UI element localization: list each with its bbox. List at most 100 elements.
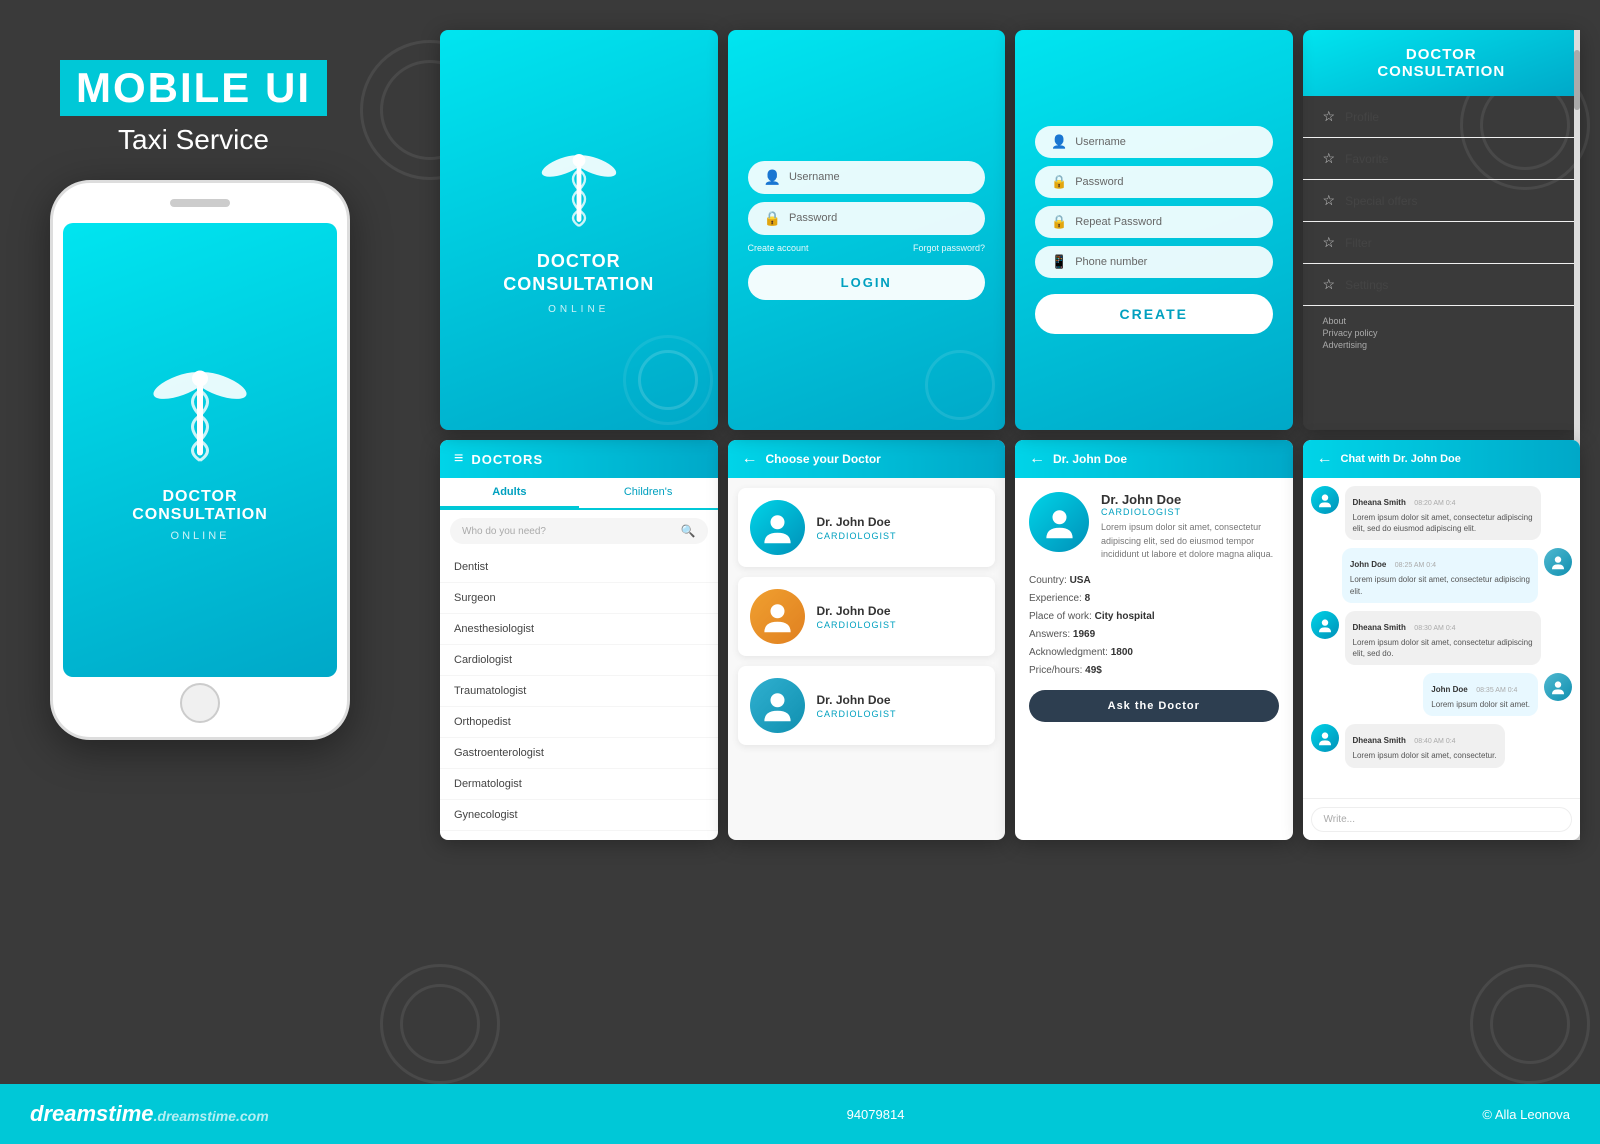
- menu-item-label: Favorite: [1345, 152, 1388, 166]
- chat-message-3: Dheana Smith 08:30 AM 0:4 Lorem ipsum do…: [1311, 611, 1573, 665]
- menu-item-label: Settings: [1345, 278, 1388, 292]
- back-icon-profile[interactable]: ←: [1029, 450, 1045, 468]
- chat-avatar-3: [1311, 611, 1339, 639]
- login-button[interactable]: LOGIN: [748, 265, 986, 300]
- msg-sender-4: John Doe: [1431, 685, 1467, 694]
- search-icon[interactable]: 🔍: [681, 524, 696, 538]
- phone-home-button[interactable]: [180, 683, 220, 723]
- profile-doctor-name: Dr. John Doe: [1101, 492, 1279, 507]
- ask-doctor-button[interactable]: Ask the Doctor: [1029, 690, 1279, 722]
- reg-phone-field[interactable]: 📱 Phone number: [1035, 246, 1273, 278]
- tab-adults[interactable]: Adults: [440, 478, 579, 508]
- menu-item-filter[interactable]: ☆ Filter: [1303, 222, 1581, 264]
- list-item[interactable]: Gynecologist: [440, 800, 718, 831]
- doctor-card-info-3: Dr. John Doe CARDIOLOGIST: [817, 693, 897, 719]
- doctor-card-3[interactable]: Dr. John Doe CARDIOLOGIST: [738, 666, 996, 745]
- username-field[interactable]: 👤 Username: [748, 161, 986, 194]
- list-item[interactable]: Gastroenterologist: [440, 738, 718, 769]
- doctor-avatar-1: [750, 500, 805, 555]
- doctor-cards-list: Dr. John Doe CARDIOLOGIST Dr. John Doe C…: [728, 488, 1006, 745]
- menu-about[interactable]: About: [1323, 316, 1561, 326]
- doctors-search[interactable]: Who do you need? 🔍: [450, 518, 708, 544]
- hamburger-icon[interactable]: ≡: [454, 450, 463, 468]
- reg-repeat-icon: 🔒: [1051, 214, 1067, 230]
- answers-label: Answers:: [1029, 629, 1070, 640]
- star-icon-filter: ☆: [1323, 234, 1336, 251]
- list-item[interactable]: Traumatologist: [440, 676, 718, 707]
- doctor-name-2: Dr. John Doe: [817, 604, 897, 618]
- workplace-value: City hospital: [1095, 611, 1155, 622]
- screen-doctors: ≡ DOCTORS Adults Children's Who do you n…: [440, 440, 718, 840]
- doctor-card-2[interactable]: Dr. John Doe CARDIOLOGIST: [738, 577, 996, 656]
- scrollbar-thumb[interactable]: [1574, 50, 1580, 110]
- password-label: Password: [789, 212, 837, 224]
- doctor-card-info-1: Dr. John Doe CARDIOLOGIST: [817, 515, 897, 541]
- reg-password-label: Password: [1075, 176, 1123, 188]
- list-item[interactable]: Dermatologist: [440, 769, 718, 800]
- chat-message-2: John Doe 08:25 AM 0:4 Lorem ipsum dolor …: [1311, 548, 1573, 602]
- menu-item-offers[interactable]: ☆ Special offers: [1303, 180, 1581, 222]
- list-item[interactable]: Dentist: [440, 552, 718, 583]
- scrollbar-track[interactable]: [1574, 30, 1580, 430]
- chat-avatar-2: [1544, 548, 1572, 576]
- phone-mockup: DOCTOR CONSULTATION ONLINE: [40, 180, 360, 760]
- chat-input[interactable]: Write...: [1311, 807, 1573, 832]
- screens-container: DOCTOR CONSULTATION ONLINE 👤 Username 🔒 …: [440, 30, 1580, 840]
- dreamstime-url: .dreamstime.com: [154, 1108, 269, 1124]
- chat-avatar-5: [1311, 724, 1339, 752]
- chat-messages: Dheana Smith 08:20 AM 0:4 Lorem ipsum do…: [1303, 478, 1581, 788]
- create-account-link[interactable]: Create account: [748, 243, 809, 253]
- back-icon[interactable]: ←: [742, 450, 758, 468]
- screen-register: 👤 Username 🔒 Password 🔒 Repeat Password …: [1015, 30, 1293, 430]
- phone-app-name: DOCTOR CONSULTATION: [132, 488, 268, 524]
- chat-avatar-4: [1544, 673, 1572, 701]
- workplace-label: Place of work:: [1029, 611, 1092, 622]
- experience-label: Experience:: [1029, 593, 1082, 604]
- menu-item-settings[interactable]: ☆ Settings: [1303, 264, 1581, 306]
- reg-username-field[interactable]: 👤 Username: [1035, 126, 1273, 158]
- forgot-password-link[interactable]: Forgot password?: [913, 243, 985, 253]
- tab-children[interactable]: Children's: [579, 478, 718, 508]
- menu-item-favorite[interactable]: ☆ Favorite: [1303, 138, 1581, 180]
- doctor-card-info-2: Dr. John Doe CARDIOLOGIST: [817, 604, 897, 630]
- experience-value: 8: [1085, 593, 1091, 604]
- chat-header: ← Chat with Dr. John Doe: [1303, 440, 1581, 478]
- create-button[interactable]: CREATE: [1035, 294, 1273, 334]
- profile-content: Dr. John Doe CARDIOLOGIST Lorem ipsum do…: [1015, 478, 1293, 736]
- msg-sender-1: Dheana Smith: [1353, 498, 1406, 507]
- menu-advertising[interactable]: Advertising: [1323, 340, 1561, 350]
- dreamstime-footer: dreamstime.dreamstime.com 94079814 © All…: [0, 1084, 1600, 1144]
- back-icon-chat[interactable]: ←: [1317, 450, 1333, 468]
- list-item[interactable]: Orthopedist: [440, 707, 718, 738]
- reg-lock-icon: 🔒: [1051, 174, 1067, 190]
- choose-title: Choose your Doctor: [766, 452, 881, 466]
- list-item[interactable]: Surgeon: [440, 583, 718, 614]
- menu-title-line1: DOCTOR CONSULTATION: [1319, 46, 1565, 80]
- chat-bubble-2: John Doe 08:25 AM 0:4 Lorem ipsum dolor …: [1342, 548, 1538, 602]
- acknowledgment-value: 1800: [1111, 647, 1133, 658]
- caduceus-splash: [539, 145, 619, 235]
- choose-header: ← Choose your Doctor: [728, 440, 1006, 478]
- screen-chat: ← Chat with Dr. John Doe Dheana Smith 08…: [1303, 440, 1581, 840]
- list-item[interactable]: Anesthesiologist: [440, 614, 718, 645]
- menu-privacy[interactable]: Privacy policy: [1323, 328, 1561, 338]
- menu-item-profile[interactable]: ☆ Profile: [1303, 96, 1581, 138]
- phone-speaker: [170, 199, 230, 207]
- doctor-spec-1: CARDIOLOGIST: [817, 531, 897, 541]
- chat-bubble-1: Dheana Smith 08:20 AM 0:4 Lorem ipsum do…: [1345, 486, 1541, 540]
- price-value: 49$: [1085, 665, 1102, 676]
- profile-description: Lorem ipsum dolor sit amet, consectetur …: [1101, 521, 1279, 562]
- doctor-card-1[interactable]: Dr. John Doe CARDIOLOGIST: [738, 488, 996, 567]
- list-item[interactable]: Urologist: [440, 831, 718, 840]
- list-item[interactable]: Cardiologist: [440, 645, 718, 676]
- doctor-name-3: Dr. John Doe: [817, 693, 897, 707]
- star-icon-settings: ☆: [1323, 276, 1336, 293]
- screen-doctor-profile: ← Dr. John Doe Dr. John Doe CARDIOLOGIST…: [1015, 440, 1293, 840]
- profile-header: ← Dr. John Doe: [1015, 440, 1293, 478]
- reg-user-icon: 👤: [1051, 134, 1067, 150]
- reg-password-field[interactable]: 🔒 Password: [1035, 166, 1273, 198]
- title-area: MOBILE UI Taxi Service: [60, 60, 327, 156]
- doctor-avatar-2: [750, 589, 805, 644]
- password-field[interactable]: 🔒 Password: [748, 202, 986, 235]
- reg-repeat-field[interactable]: 🔒 Repeat Password: [1035, 206, 1273, 238]
